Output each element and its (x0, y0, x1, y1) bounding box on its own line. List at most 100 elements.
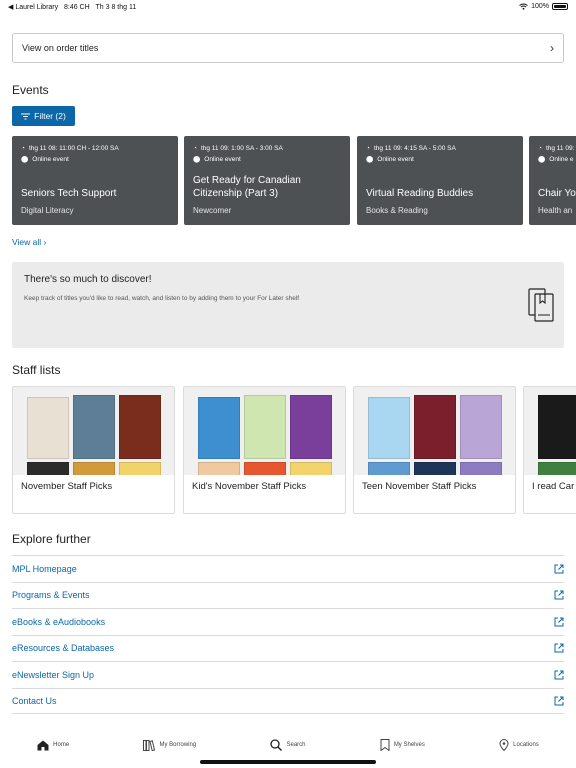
tab-home[interactable]: Home (37, 740, 69, 751)
explore-link[interactable]: Contact Us (12, 687, 564, 714)
tab-search-label: Search (286, 742, 306, 748)
tab-locations-label: Locations (513, 742, 539, 748)
external-link-icon (554, 617, 564, 627)
event-location-text: Online event (32, 155, 69, 163)
book-covers (184, 387, 345, 475)
status-left: ◀ Laurel Library 8:46 CH Th 3 8 thg 11 (8, 3, 136, 11)
event-time: ◔ thg 11 09: 1:00 SA - 3:00 SA (193, 145, 341, 152)
book-cover (198, 462, 240, 475)
book-cover (27, 397, 69, 459)
link-label: eResources & Databases (12, 643, 115, 654)
tab-my-borrowing[interactable]: My Borrowing (143, 739, 197, 751)
event-title: Get Ready for Canadian Citizenship (Part… (193, 175, 301, 199)
book-cover (290, 395, 332, 459)
status-date: Th 3 8 thg 11 (95, 4, 137, 11)
staff-lists-heading: Staff lists (12, 363, 61, 377)
event-location: ⬤ Online e (538, 155, 576, 164)
clock-icon: ◔ (21, 145, 25, 152)
bottom-tab-bar: Home My Borrowing Search My Shelves Loca… (0, 730, 576, 760)
clock-icon: ◔ (193, 145, 197, 152)
discover-panel: There's so much to discover! Keep track … (12, 262, 564, 348)
staff-list-card[interactable]: Teen November Staff Picks (353, 386, 516, 514)
book-cover (27, 462, 69, 475)
event-category: Books & Reading (366, 206, 428, 215)
location-pin-icon: ⬤ (538, 156, 546, 163)
book-cover (119, 462, 161, 475)
event-time: ◔ thg 11 09: (538, 145, 576, 152)
book-cover (460, 462, 502, 475)
tab-my-shelves[interactable]: My Shelves (380, 739, 425, 751)
books-icon (143, 739, 156, 751)
event-time-text: thg 11 09: (545, 145, 575, 152)
status-right: 100% (519, 3, 568, 10)
discover-subtitle: Keep track of titles you'd like to read,… (24, 295, 300, 302)
order-titles-label: View on order titles (22, 43, 99, 53)
book-cover (73, 395, 115, 459)
explore-link[interactable]: eNewsletter Sign Up (12, 661, 564, 688)
external-link-icon (554, 696, 564, 706)
explore-link[interactable]: MPL Homepage (12, 555, 564, 582)
link-label: eBooks & eAudiobooks (12, 616, 106, 627)
book-cover (460, 395, 502, 459)
book-covers (13, 387, 174, 475)
event-card[interactable]: ◔ thg 11 09: 1:00 SA - 3:00 SA ⬤ Online ev… (184, 136, 350, 225)
event-location-text: Online event (377, 155, 414, 163)
event-category: Health an (538, 206, 573, 215)
tab-my-shelves-label: My Shelves (393, 742, 425, 748)
book-cover (198, 397, 240, 459)
view-on-order-titles-row[interactable]: View on order titles › (12, 33, 564, 63)
book-cover (414, 462, 456, 475)
staff-list-name: November Staff Picks (21, 481, 113, 492)
discover-title: There's so much to discover! (24, 274, 152, 285)
filter-icon (21, 113, 31, 119)
explore-link[interactable]: eBooks & eAudiobooks (12, 608, 564, 635)
event-card[interactable]: ◔ thg 11 09: 4:15 SA - 5:00 SA ⬤ Online ev… (357, 136, 523, 225)
event-time: ◔ thg 11 08: 11:00 CH - 12:00 SA (21, 145, 169, 152)
book-cover (368, 462, 410, 475)
external-link-icon (554, 670, 564, 680)
tab-locations[interactable]: Locations (499, 739, 539, 751)
explore-link[interactable]: eResources & Databases (12, 634, 564, 662)
events-carousel[interactable]: ◔ thg 11 08: 11:00 CH - 12:00 SA ⬤ Online … (12, 136, 576, 226)
event-category: Digital Literacy (21, 206, 74, 215)
event-card[interactable]: ◔ thg 11 08: 11:00 CH - 12:00 SA ⬤ Online … (12, 136, 178, 225)
location-pin-icon: ⬤ (193, 156, 201, 163)
link-label: MPL Homepage (12, 563, 77, 574)
home-icon (37, 740, 49, 750)
event-time-text: thg 11 09: 4:15 SA - 5:00 SA (373, 145, 456, 152)
view-all-events-link[interactable]: View all › (12, 237, 46, 247)
back-to-app-link[interactable]: ◀ Laurel Library (8, 4, 58, 11)
staff-lists-carousel[interactable]: November Staff Picks Kid's November Staf… (12, 386, 576, 516)
book-cover (119, 395, 161, 459)
external-link-icon (554, 643, 564, 653)
location-pin-icon (499, 739, 509, 751)
staff-list-card[interactable]: I read Car (523, 386, 576, 514)
staff-list-card[interactable]: Kid's November Staff Picks (183, 386, 346, 514)
book-cover (538, 395, 576, 459)
book-cover (290, 462, 332, 475)
battery-icon (552, 3, 568, 10)
event-card[interactable]: ◔ thg 11 09: ⬤ Online e Chair Yo Health an (529, 136, 576, 225)
external-link-icon (554, 564, 564, 574)
filter-label: Filter (2) (34, 111, 66, 121)
explore-links-list: MPL Homepage Programs & Events eBooks & … (12, 555, 564, 714)
home-indicator[interactable] (200, 760, 376, 764)
event-location-text: Online event (204, 155, 241, 163)
explore-link[interactable]: Programs & Events (12, 581, 564, 609)
book-covers (354, 387, 515, 475)
filter-button[interactable]: Filter (2) (12, 106, 75, 126)
staff-list-name: Kid's November Staff Picks (192, 481, 307, 492)
tab-my-borrowing-label: My Borrowing (159, 742, 197, 748)
event-location-text: Online e (549, 155, 574, 163)
book-cover (73, 462, 115, 475)
battery-percent: 100% (531, 3, 549, 10)
staff-list-card[interactable]: November Staff Picks (12, 386, 175, 514)
location-pin-icon: ⬤ (366, 156, 374, 163)
event-time-text: thg 11 08: 11:00 CH - 12:00 SA (28, 145, 119, 152)
wifi-icon (519, 3, 528, 10)
external-link-icon (554, 590, 564, 600)
tab-search[interactable]: Search (270, 739, 306, 751)
book-cover (538, 462, 576, 475)
bookmark-icon (380, 739, 390, 751)
book-cover (244, 395, 286, 459)
